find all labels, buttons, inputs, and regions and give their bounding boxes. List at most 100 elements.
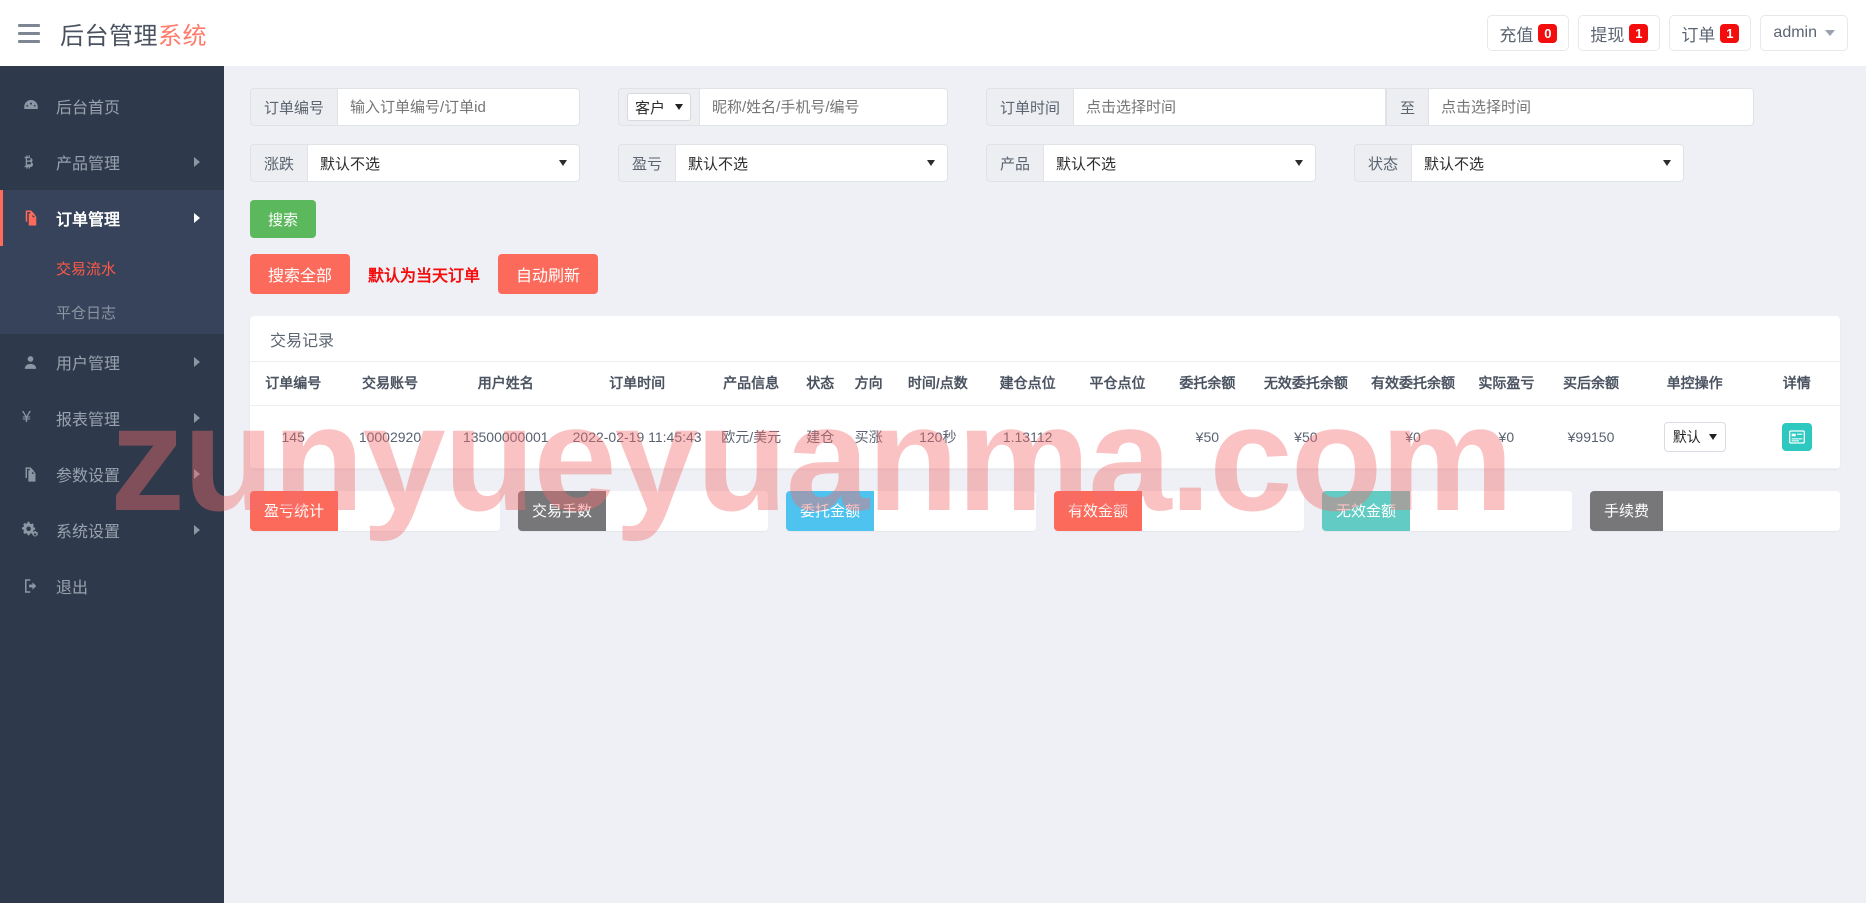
orders-label: 订单 <box>1681 25 1716 45</box>
transaction-table: 订单编号 交易账号 用户姓名 订单时间 产品信息 状态 方向 时间/点数 建仓点… <box>250 362 1840 469</box>
sidebar-item-label: 退出 <box>56 580 89 597</box>
user-icon <box>22 354 44 371</box>
sidebar-item-users[interactable]: 用户管理 <box>0 334 224 390</box>
profit-select[interactable]: 默认不选 <box>675 144 948 182</box>
col-control: 单控操作 <box>1635 362 1754 406</box>
filter-product: 产品 默认不选 <box>986 144 1316 182</box>
subnav-label: 平仓日志 <box>56 304 117 322</box>
col-account: 交易账号 <box>336 362 444 406</box>
summary-value[interactable] <box>606 490 768 531</box>
order-time-to-label: 至 <box>1386 88 1429 126</box>
sidebar-item-label: 报表管理 <box>56 412 121 429</box>
col-username: 用户姓名 <box>443 362 568 406</box>
detail-card-icon[interactable] <box>1781 422 1812 451</box>
order-no-label: 订单编号 <box>250 88 338 126</box>
card-title: 交易记录 <box>250 316 1840 362</box>
customer-input[interactable] <box>699 88 948 126</box>
hamburger-icon[interactable] <box>18 23 40 43</box>
user-menu[interactable]: admin <box>1760 15 1848 51</box>
updown-select[interactable]: 默认不选 <box>307 144 580 182</box>
col-open-price: 建仓点位 <box>982 362 1073 406</box>
cell-detail <box>1753 405 1840 469</box>
summary-value[interactable] <box>874 490 1036 531</box>
cell-balance-after: ¥99150 <box>1546 405 1636 469</box>
order-time-start-input[interactable] <box>1073 88 1386 126</box>
filter-row-2: 涨跌 默认不选 盈亏 默认不选 产品 默认不选 状态 默认不选 <box>250 144 1840 182</box>
col-detail: 详情 <box>1753 362 1840 406</box>
withdraw-label: 提现 <box>1590 25 1625 45</box>
summary-box-fee: 手续费 <box>1590 490 1840 531</box>
topbar-action-orders[interactable]: 订单 1 <box>1669 15 1752 51</box>
chevron-down-icon <box>559 160 567 166</box>
status-label: 状态 <box>1354 144 1412 182</box>
filter-status: 状态 默认不选 <box>1354 144 1684 182</box>
summary-box-profit-stat: 盈亏统计 <box>250 490 500 531</box>
product-select[interactable]: 默认不选 <box>1043 144 1316 182</box>
col-valid-entrust: 有效委托余额 <box>1359 362 1467 406</box>
cell-control: 默认 <box>1635 405 1754 469</box>
summary-label: 有效金额 <box>1054 490 1143 531</box>
brand-main: 后台管理 <box>60 22 158 50</box>
topbar-action-withdraw[interactable]: 提现 1 <box>1578 15 1661 51</box>
sidebar-item-logout[interactable]: 退出 <box>0 558 224 614</box>
filter-row-1: 订单编号 客户 订单时间 至 <box>250 88 1840 126</box>
table-row[interactable]: 145 10002920 13500000001 2022-02-19 11:4… <box>250 405 1840 469</box>
status-select[interactable]: 默认不选 <box>1411 144 1684 182</box>
brand-accent: 系统 <box>158 22 207 50</box>
col-invalid-entrust: 无效委托余额 <box>1252 362 1360 406</box>
cell-open-price: 1.13112 <box>982 405 1073 469</box>
page-title: 后台管理系统 <box>60 16 207 51</box>
search-all-button[interactable]: 搜索全部 <box>250 254 351 294</box>
table-body: 145 10002920 13500000001 2022-02-19 11:4… <box>250 405 1840 469</box>
top-bar: 后台管理系统 充值 0 提现 1 订单 1 admin <box>0 0 1866 66</box>
cell-actual-profit: ¥0 <box>1466 405 1547 469</box>
summary-box-valid-amount: 有效金额 <box>1054 490 1304 531</box>
sidebar-item-label: 后台首页 <box>56 100 121 117</box>
summary-value[interactable] <box>338 490 500 531</box>
profit-label: 盈亏 <box>618 144 676 182</box>
col-close-price: 平仓点位 <box>1072 362 1163 406</box>
col-actual-profit: 实际盈亏 <box>1466 362 1547 406</box>
user-name: admin <box>1773 24 1817 41</box>
table-header: 订单编号 交易账号 用户姓名 订单时间 产品信息 状态 方向 时间/点数 建仓点… <box>250 362 1840 406</box>
summary-box-entrust-amount: 委托金额 <box>786 490 1036 531</box>
auto-refresh-button[interactable]: 自动刷新 <box>498 254 599 294</box>
top-actions: 充值 0 提现 1 订单 1 admin <box>1487 15 1848 51</box>
control-select[interactable]: 默认 <box>1663 421 1726 452</box>
chevron-right-icon <box>194 213 200 223</box>
customer-type-select[interactable]: 客户 <box>627 93 692 121</box>
recharge-badge: 0 <box>1538 23 1558 43</box>
sidebar-item-dashboard[interactable]: 后台首页 <box>0 78 224 134</box>
default-today-hint: 默认为当天订单 <box>368 268 481 285</box>
order-time-end-input[interactable] <box>1428 88 1754 126</box>
search-button[interactable]: 搜索 <box>250 200 317 238</box>
sidebar-item-product[interactable]: 产品管理 <box>0 134 224 190</box>
profit-value: 默认不选 <box>688 155 749 173</box>
bitcoin-icon <box>22 153 44 171</box>
updown-label: 涨跌 <box>250 144 308 182</box>
col-time-points: 时间/点数 <box>892 362 983 406</box>
filter-order-time-end: 至 <box>1386 88 1754 126</box>
topbar-action-recharge[interactable]: 充值 0 <box>1487 15 1570 51</box>
sidebar-item-orders[interactable]: 订单管理 <box>0 190 224 246</box>
sidebar-item-label: 系统设置 <box>56 524 121 541</box>
sidebar-item-label: 订单管理 <box>56 212 121 229</box>
sidebar-subitem-transaction-flow[interactable]: 交易流水 <box>0 246 224 290</box>
summary-value[interactable] <box>1410 490 1572 531</box>
summary-value[interactable] <box>1663 490 1840 531</box>
sidebar-item-params[interactable]: 参数设置 <box>0 446 224 502</box>
chevron-down-icon <box>1825 30 1835 36</box>
cell-username: 13500000001 <box>443 405 568 469</box>
summary-value[interactable] <box>1142 490 1304 531</box>
sidebar-group-orders: 订单管理 交易流水 平仓日志 <box>0 190 224 334</box>
product-value: 默认不选 <box>1056 155 1117 173</box>
cell-account: 10002920 <box>336 405 444 469</box>
sidebar-item-reports[interactable]: ¥ 报表管理 <box>0 390 224 446</box>
sidebar-subitem-close-log[interactable]: 平仓日志 <box>0 290 224 334</box>
sidebar-item-label: 参数设置 <box>56 468 121 485</box>
yen-icon: ¥ <box>22 409 31 426</box>
cell-direction: 买涨 <box>844 405 893 469</box>
order-no-input[interactable] <box>337 88 580 126</box>
sidebar-item-system[interactable]: 系统设置 <box>0 502 224 558</box>
sidebar-item-label: 用户管理 <box>56 356 121 373</box>
